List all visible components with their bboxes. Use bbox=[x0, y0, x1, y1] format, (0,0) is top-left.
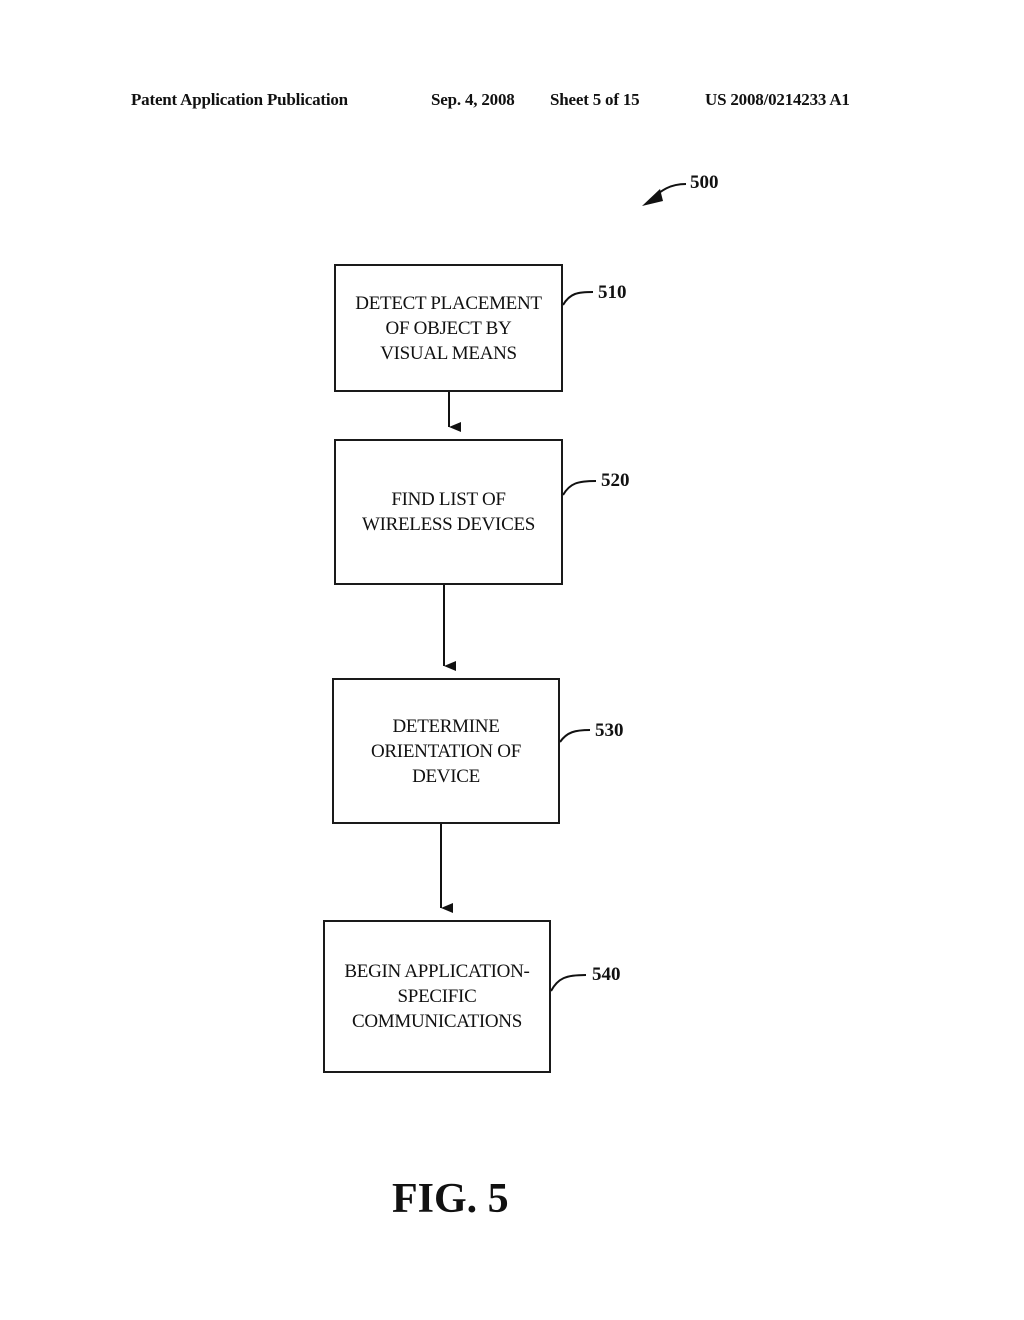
connector-layer bbox=[440, 183, 687, 992]
reference-label-540: 540 bbox=[592, 964, 621, 985]
step-text-540: BEGIN APPLICATION- SPECIFIC COMMUNICATIO… bbox=[344, 961, 530, 1032]
step-text-530: DETERMINE ORIENTATION OF DEVICE bbox=[371, 715, 521, 787]
leader-line-520 bbox=[562, 480, 597, 496]
step-box-530: DETERMINE ORIENTATION OF DEVICE bbox=[332, 678, 560, 824]
leader-line-510 bbox=[562, 291, 594, 306]
step-text-520: FIND LIST OF WIRELESS DEVICES bbox=[361, 489, 536, 535]
figure-label: FIG. 5 bbox=[392, 1176, 509, 1222]
leader-line-530 bbox=[559, 729, 591, 743]
step-box-510: DETECT PLACEMENT OF OBJECT BY VISUAL MEA… bbox=[334, 264, 563, 392]
step-text-510: DETECT PLACEMENT OF OBJECT BY VISUAL MEA… bbox=[355, 292, 542, 364]
reference-arrow-500 bbox=[642, 183, 687, 206]
step-box-520: FIND LIST OF WIRELESS DEVICES bbox=[334, 439, 563, 585]
reference-label-500: 500 bbox=[690, 172, 719, 193]
leader-line-540 bbox=[550, 974, 587, 992]
step-box-540: BEGIN APPLICATION- SPECIFIC COMMUNICATIO… bbox=[323, 920, 551, 1073]
reference-label-530: 530 bbox=[595, 720, 624, 741]
reference-label-510: 510 bbox=[598, 282, 627, 303]
reference-label-520: 520 bbox=[601, 470, 630, 491]
